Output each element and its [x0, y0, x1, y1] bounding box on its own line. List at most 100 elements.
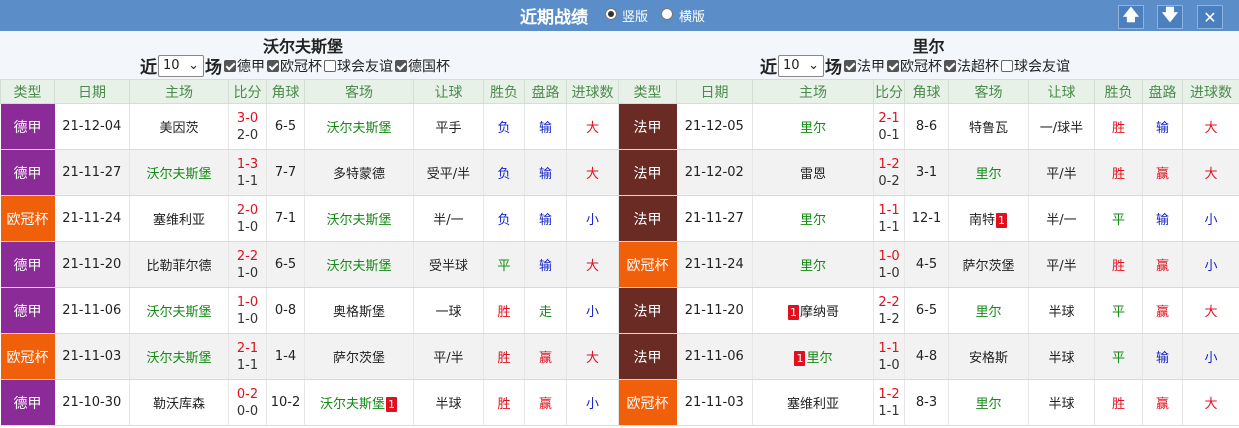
league-cell[interactable]: 欧冠杯	[0, 333, 55, 380]
result-cell: 负	[483, 103, 525, 150]
date-cell: 21-12-05	[676, 103, 753, 150]
home-team-cell[interactable]: 1 里尔	[752, 333, 874, 380]
left-count-select[interactable]: 10 ⌄	[158, 54, 204, 77]
left-filter-label-2: 球会友谊	[337, 58, 393, 75]
league-cell[interactable]: 欧冠杯	[0, 195, 55, 242]
home-team-cell[interactable]: 雷恩	[752, 149, 874, 196]
away-team-name[interactable]: 特鲁瓦	[969, 121, 1008, 136]
home-team-cell[interactable]: 美因茨	[129, 103, 229, 150]
away-team-cell[interactable]: 萨尔茨堡	[948, 241, 1029, 288]
home-team-name[interactable]: 沃尔夫斯堡	[146, 167, 211, 182]
left-filter-checkbox-0[interactable]	[224, 59, 236, 72]
away-team-name[interactable]: 萨尔茨堡	[333, 351, 385, 366]
league-cell[interactable]: 法甲	[618, 333, 677, 380]
away-team-name[interactable]: 南特	[969, 213, 995, 228]
away-team-cell[interactable]: 里尔	[948, 149, 1029, 196]
league-cell[interactable]: 法甲	[618, 103, 677, 150]
right-filter-checkbox-2[interactable]	[944, 59, 956, 72]
result-cell: 平	[1094, 333, 1143, 380]
away-team-cell[interactable]: 里尔	[948, 287, 1029, 334]
league-cell[interactable]: 欧冠杯	[618, 379, 677, 426]
home-team-name[interactable]: 摩纳哥	[800, 305, 839, 320]
scroll-up-button[interactable]: 🡅	[1118, 5, 1144, 29]
league-cell[interactable]: 法甲	[618, 149, 677, 196]
right-filter-checkbox-0[interactable]	[844, 59, 856, 72]
league-cell[interactable]: 德甲	[0, 103, 55, 150]
header-bar: 近期战绩 竖版 横版 🡅 🡇 ✕	[0, 0, 1239, 31]
home-team-name[interactable]: 美因茨	[159, 121, 198, 136]
away-team-cell[interactable]: 沃尔夫斯堡	[304, 241, 414, 288]
left-filter-checkbox-2[interactable]	[324, 59, 336, 72]
away-team-cell[interactable]: 特鲁瓦	[948, 103, 1029, 150]
league-cell[interactable]: 德甲	[0, 379, 55, 426]
table-row: 欧冠杯 21-11-24 里尔 1-0 1-0 4-5 萨尔茨堡 平/半胜赢小	[618, 241, 1239, 288]
away-team-name[interactable]: 沃尔夫斯堡	[326, 213, 391, 228]
home-team-name[interactable]: 里尔	[800, 213, 826, 228]
right-count-select[interactable]: 10 ⌄	[778, 54, 824, 77]
league-cell[interactable]: 德甲	[0, 149, 55, 196]
left-results-table: 类型 日期 主场 比分 角球 客场 让球 胜负 盘路 进球数 德甲 21-12-04 美因茨 3-0 2-…	[0, 79, 619, 426]
right-filter-checkbox-1[interactable]	[887, 59, 899, 72]
away-team-name[interactable]: 萨尔茨堡	[962, 259, 1014, 274]
home-team-cell[interactable]: 比勒菲尔德	[129, 241, 229, 288]
away-team-name[interactable]: 安格斯	[969, 351, 1008, 366]
away-team-cell[interactable]: 沃尔夫斯堡	[304, 195, 414, 242]
away-team-name[interactable]: 里尔	[975, 167, 1001, 182]
left-header-row: 类型 日期 主场 比分 角球 客场 让球 胜负 盘路 进球数	[0, 79, 619, 104]
home-team-name[interactable]: 沃尔夫斯堡	[146, 351, 211, 366]
league-cell[interactable]: 欧冠杯	[618, 241, 677, 288]
home-team-cell[interactable]: 塞维利亚	[752, 379, 874, 426]
home-team-cell[interactable]: 1 摩纳哥	[752, 287, 874, 334]
home-team-cell[interactable]: 塞维利亚	[129, 195, 229, 242]
date-cell: 21-11-20	[676, 287, 753, 334]
right-filter-checkbox-3[interactable]	[1001, 59, 1013, 72]
away-team-name[interactable]: 奥格斯堡	[333, 305, 385, 320]
away-team-name[interactable]: 沃尔夫斯堡	[326, 121, 391, 136]
home-team-name[interactable]: 里尔	[800, 121, 826, 136]
home-team-name[interactable]: 沃尔夫斯堡	[146, 305, 211, 320]
away-team-name[interactable]: 里尔	[975, 305, 1001, 320]
league-cell[interactable]: 德甲	[0, 241, 55, 288]
close-button[interactable]: ✕	[1197, 5, 1223, 29]
away-team-cell[interactable]: 南特 1	[948, 195, 1029, 242]
scroll-down-button[interactable]: 🡇	[1157, 5, 1183, 29]
league-cell[interactable]: 法甲	[618, 195, 677, 242]
away-team-cell[interactable]: 奥格斯堡	[304, 287, 414, 334]
result-cell: 胜	[1094, 149, 1143, 196]
league-cell[interactable]: 法甲	[618, 287, 677, 334]
home-team-cell[interactable]: 里尔	[752, 103, 874, 150]
vertical-radio[interactable]	[605, 8, 617, 20]
away-team-cell[interactable]: 里尔	[948, 379, 1029, 426]
away-team-name[interactable]: 多特蒙德	[333, 167, 385, 182]
home-team-name[interactable]: 里尔	[806, 351, 832, 366]
home-team-name[interactable]: 塞维利亚	[787, 397, 839, 412]
away-team-name[interactable]: 沃尔夫斯堡	[326, 259, 391, 274]
away-team-name[interactable]: 里尔	[975, 397, 1001, 412]
away-team-cell[interactable]: 安格斯	[948, 333, 1029, 380]
home-team-cell[interactable]: 沃尔夫斯堡	[129, 333, 229, 380]
full-time-score: 1-3	[236, 156, 259, 172]
close-icon: ✕	[1203, 7, 1217, 27]
home-team-cell[interactable]: 里尔	[752, 195, 874, 242]
left-filter-checkbox-3[interactable]	[395, 59, 407, 72]
away-team-cell[interactable]: 多特蒙德	[304, 149, 414, 196]
away-team-name[interactable]: 沃尔夫斯堡	[320, 397, 385, 412]
home-team-cell[interactable]: 沃尔夫斯堡	[129, 149, 229, 196]
home-team-name[interactable]: 雷恩	[800, 167, 826, 182]
home-team-name[interactable]: 比勒菲尔德	[146, 259, 211, 274]
left-filter-label-3: 德国杯	[408, 58, 450, 75]
home-team-cell[interactable]: 里尔	[752, 241, 874, 288]
away-team-cell[interactable]: 萨尔茨堡	[304, 333, 414, 380]
away-team-cell[interactable]: 沃尔夫斯堡	[304, 103, 414, 150]
league-cell[interactable]: 德甲	[0, 287, 55, 334]
table-row: 欧冠杯 21-11-03 塞维利亚 1-2 1-1 8-3 里尔 半球胜赢大	[618, 379, 1239, 426]
horizontal-radio[interactable]	[661, 8, 673, 20]
home-team-name[interactable]: 塞维利亚	[153, 213, 205, 228]
home-team-cell[interactable]: 沃尔夫斯堡	[129, 287, 229, 334]
home-team-cell[interactable]: 勒沃库森	[129, 379, 229, 426]
away-team-cell[interactable]: 沃尔夫斯堡 1	[304, 379, 414, 426]
home-team-name[interactable]: 里尔	[800, 259, 826, 274]
home-team-name[interactable]: 勒沃库森	[153, 397, 205, 412]
corner-cell: 10-2	[266, 379, 305, 426]
left-filter-checkbox-1[interactable]	[267, 59, 279, 72]
